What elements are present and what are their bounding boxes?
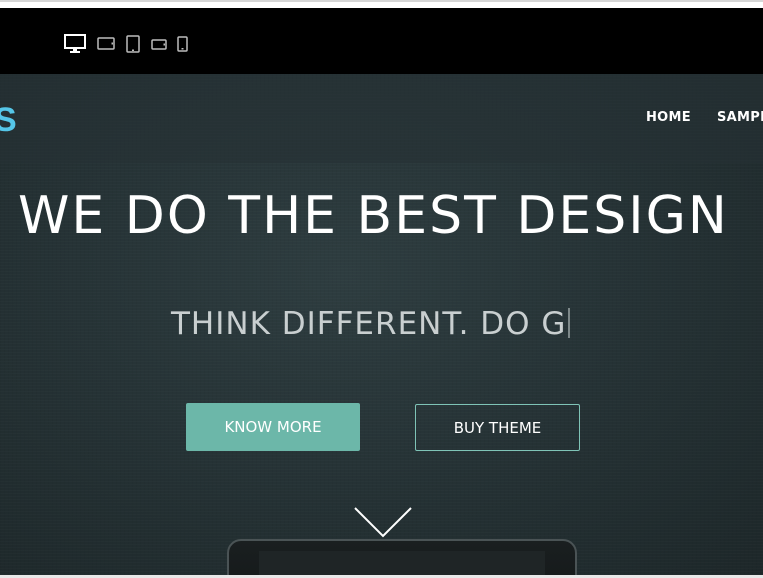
desktop-icon[interactable] bbox=[64, 34, 86, 54]
subline-text: THINK DIFFERENT. DO G bbox=[171, 306, 567, 342]
tablet-landscape-icon[interactable] bbox=[97, 37, 115, 51]
hero-headline: WE DO THE BEST DESIGN bbox=[18, 186, 729, 246]
hero-section: S HOME SAMPL WE DO THE BEST DESIGN THINK… bbox=[0, 74, 763, 575]
browser-frame: S HOME SAMPL WE DO THE BEST DESIGN THINK… bbox=[0, 0, 763, 578]
buy-theme-button[interactable]: BUY THEME bbox=[415, 404, 580, 451]
phone-portrait-icon[interactable] bbox=[177, 36, 188, 52]
phone-landscape-icon[interactable] bbox=[151, 39, 167, 50]
hero-typed-subline: THINK DIFFERENT. DO G bbox=[171, 304, 571, 344]
nav-link-samples[interactable]: SAMPL bbox=[717, 110, 763, 125]
nav-link-home[interactable]: HOME bbox=[646, 110, 691, 125]
know-more-button[interactable]: KNOW MORE bbox=[186, 403, 360, 451]
device-preview-bar bbox=[0, 8, 763, 74]
top-border bbox=[0, 0, 763, 8]
site-navbar: S HOME SAMPL bbox=[0, 74, 763, 163]
chevron-down-icon[interactable] bbox=[353, 506, 413, 538]
tablet-portrait-icon[interactable] bbox=[126, 35, 140, 53]
site-logo[interactable]: S bbox=[0, 103, 17, 137]
typing-cursor bbox=[568, 308, 571, 338]
device-mockup-image bbox=[227, 539, 577, 575]
